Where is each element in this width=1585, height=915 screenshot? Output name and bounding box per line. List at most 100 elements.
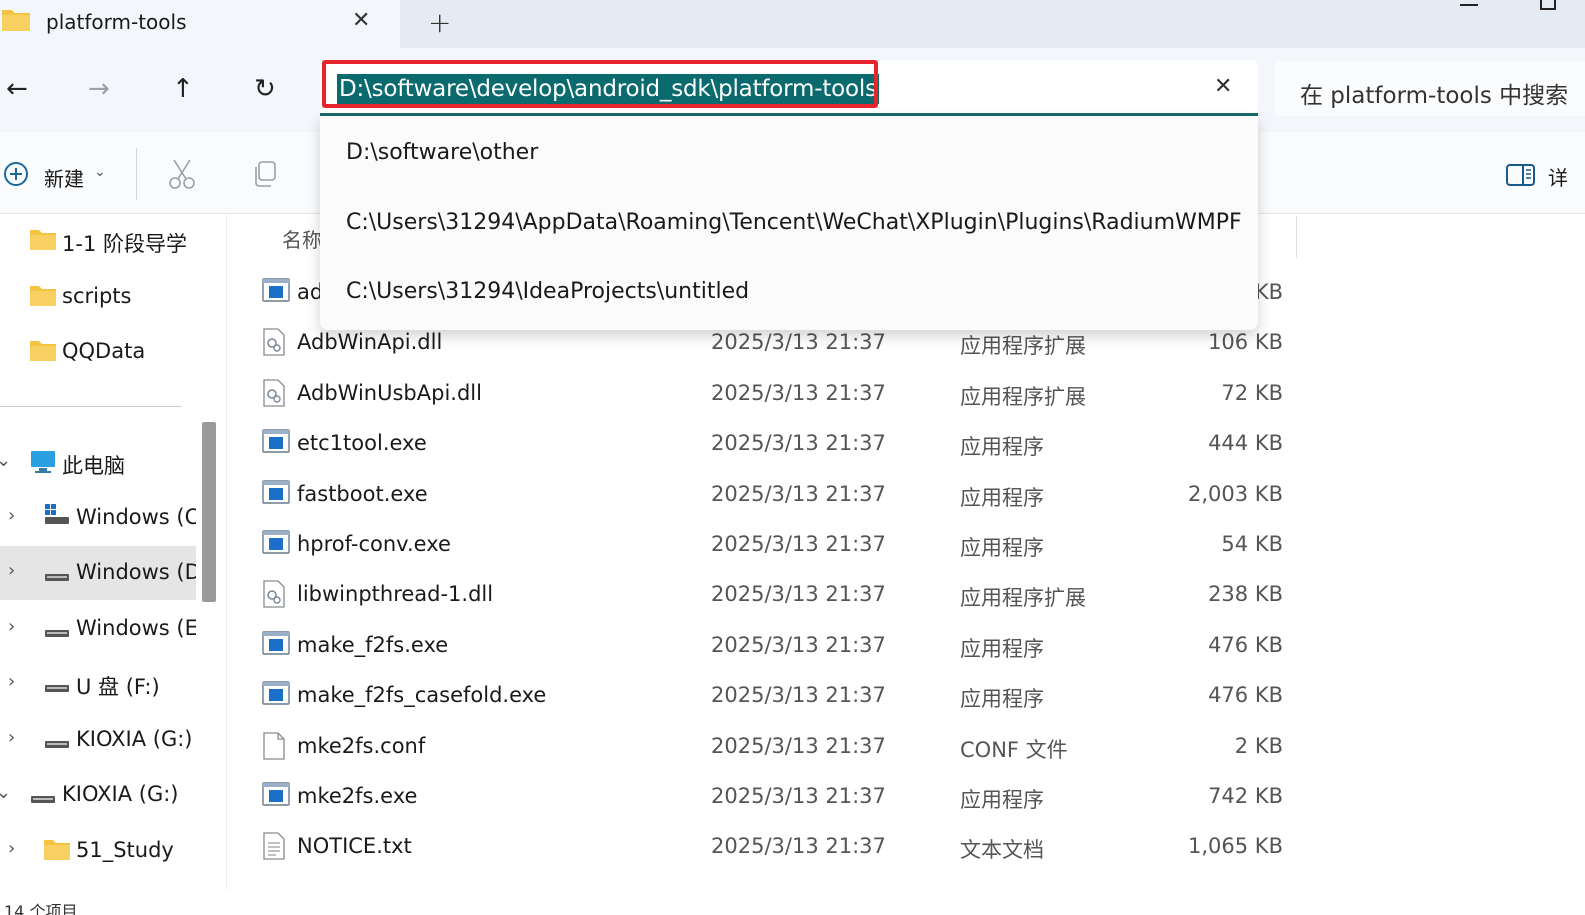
suggestion-item[interactable]: D:\software\other <box>320 116 1258 178</box>
file-name: fastboot.exe <box>297 481 428 506</box>
close-tab-icon[interactable]: ✕ <box>352 8 370 33</box>
file-row[interactable]: libwinpthread-1.dll 2025/3/13 21:37 应用程序扩展… <box>250 570 1310 620</box>
suggestion-item[interactable]: C:\Users\31294\AppData\Roaming\Tencent\W… <box>320 186 1258 248</box>
sidebar-item-label: 1-1 阶段导学 <box>62 232 187 256</box>
sidebar-item-drive-e[interactable]: › Windows (E <box>0 602 196 656</box>
file-date-modified: 2025/3/13 21:37 <box>711 834 886 859</box>
suggestion-item[interactable]: C:\Users\31294\IdeaProjects\untitled <box>320 255 1258 317</box>
drive-icon <box>30 790 56 809</box>
pane-separator <box>226 214 227 890</box>
file-row[interactable]: mke2fs.conf 2025/3/13 21:37 CONF 文件 2 KB <box>250 722 1310 772</box>
chevron-right-icon[interactable]: › <box>8 560 15 581</box>
minimize-icon[interactable] <box>1460 4 1478 6</box>
file-name: libwinpthread-1.dll <box>297 582 494 607</box>
file-size: 476 KB <box>1208 683 1283 708</box>
chevron-right-icon[interactable]: › <box>8 727 15 748</box>
suggestion-text: D:\software\other <box>346 140 539 165</box>
sidebar-item-stage-guide[interactable]: 1-1 阶段导学 <box>0 214 196 268</box>
file-date-modified: 2025/3/13 21:37 <box>711 632 886 657</box>
file-name: make_f2fs_casefold.exe <box>297 683 547 708</box>
exe-icon <box>262 479 290 508</box>
command-separator <box>136 148 137 200</box>
file-size: 2 KB <box>1234 733 1283 758</box>
scissors-icon[interactable] <box>168 158 196 194</box>
up-arrow-icon[interactable]: ↑ <box>172 74 194 104</box>
item-count: 14 个项目 <box>4 902 78 915</box>
folder-icon <box>30 284 56 310</box>
sidebar-item-label: 此电脑 <box>62 454 125 478</box>
new-tab-button[interactable]: + <box>428 6 451 39</box>
file-size: 1,065 KB <box>1188 834 1283 859</box>
plus-circle-icon[interactable] <box>2 160 30 188</box>
back-arrow-icon[interactable]: ← <box>6 74 28 104</box>
dll-icon <box>262 328 286 360</box>
file-type: 应用程序 <box>960 435 1044 460</box>
file-row[interactable]: NOTICE.txt 2025/3/13 21:37 文本文档 1,065 KB <box>250 822 1310 872</box>
folder-icon <box>30 228 56 254</box>
sidebar-item-kioxia-g-root[interactable]: ⌄ KIOXIA (G:) <box>0 768 196 822</box>
file-type: 应用程序扩展 <box>960 334 1086 359</box>
file-type: 应用程序扩展 <box>960 586 1086 611</box>
chevron-right-icon[interactable]: › <box>8 505 15 526</box>
sidebar-item-label: scripts <box>62 284 132 308</box>
file-type: CONF 文件 <box>960 737 1068 762</box>
chevron-right-icon[interactable]: › <box>8 671 15 692</box>
file-size: KB <box>1254 280 1283 304</box>
chevron-right-icon[interactable]: › <box>8 838 15 859</box>
sidebar-item-label: Windows (E <box>76 616 196 640</box>
sidebar-item-label: U 盘 (F:) <box>76 675 160 699</box>
drive-icon <box>44 679 70 698</box>
details-pane-icon[interactable] <box>1506 163 1536 191</box>
file-date-modified: 2025/3/13 21:37 <box>711 683 886 708</box>
exe-icon <box>262 278 290 306</box>
refresh-icon[interactable]: ↻ <box>254 74 276 104</box>
sidebar-item-usb-f[interactable]: › U 盘 (F:) <box>0 657 196 711</box>
file-icon <box>262 731 286 764</box>
file-row[interactable]: make_f2fs.exe 2025/3/13 21:37 应用程序 476 KB <box>250 621 1310 671</box>
details-button[interactable]: 详 <box>1548 162 1568 191</box>
folder-icon <box>2 7 30 35</box>
file-name: etc1tool.exe <box>297 431 427 456</box>
tab-platform-tools[interactable]: platform-tools ✕ <box>0 0 400 48</box>
sidebar-item-51-study[interactable]: › 51_Study <box>0 824 196 878</box>
address-suggestions-dropdown: D:\software\other C:\Users\31294\AppData… <box>320 116 1258 330</box>
file-row[interactable]: etc1tool.exe 2025/3/13 21:37 应用程序 444 KB <box>250 419 1310 469</box>
sidebar-item-label: Windows (C <box>76 505 196 529</box>
address-highlight-box <box>322 60 878 108</box>
file-type: 应用程序扩展 <box>960 384 1086 409</box>
file-type: 应用程序 <box>960 687 1044 712</box>
file-row[interactable]: AdbWinUsbApi.dll 2025/3/13 21:37 应用程序扩展 72 … <box>250 369 1310 419</box>
chevron-right-icon[interactable]: › <box>8 616 15 637</box>
file-row[interactable]: hprof-conv.exe 2025/3/13 21:37 应用程序 54 KB <box>250 520 1310 570</box>
file-row[interactable]: fastboot.exe 2025/3/13 21:37 应用程序 2,003 KB <box>250 470 1310 520</box>
copy-icon[interactable] <box>252 160 278 192</box>
file-size: 72 KB <box>1221 380 1283 405</box>
chevron-down-icon[interactable]: ⌄ <box>94 164 106 180</box>
maximize-icon[interactable] <box>1540 0 1556 10</box>
new-button[interactable]: 新建 <box>44 163 84 192</box>
sidebar-item-drive-d[interactable]: › Windows (D <box>0 546 196 600</box>
file-row[interactable]: mke2fs.exe 2025/3/13 21:37 应用程序 742 KB <box>250 772 1310 822</box>
file-name: hprof-conv.exe <box>297 532 451 556</box>
search-input[interactable]: 在 platform-tools 中搜索 <box>1300 76 1568 110</box>
sidebar-item-kioxia-g[interactable]: › KIOXIA (G:) <box>0 713 196 767</box>
file-size: 238 KB <box>1208 582 1283 607</box>
forward-arrow-icon[interactable]: → <box>88 74 110 104</box>
computer-icon <box>30 450 56 478</box>
chevron-down-icon[interactable]: ⌄ <box>0 782 11 803</box>
sidebar-item-scripts[interactable]: scripts <box>0 270 196 324</box>
sidebar-item-this-pc[interactable]: ⌄ 此电脑 <box>0 436 196 490</box>
file-type: 应用程序 <box>960 485 1044 510</box>
sidebar-item-drive-c[interactable]: › Windows (C <box>0 491 196 545</box>
status-bar <box>0 890 1585 915</box>
sidebar-divider <box>0 406 182 407</box>
file-row[interactable]: make_f2fs_casefold.exe 2025/3/13 21:37 应用程… <box>250 671 1310 721</box>
clear-address-icon[interactable]: ✕ <box>1214 74 1232 99</box>
column-header-name[interactable]: 名称 <box>282 224 322 253</box>
sidebar-item-label: KIOXIA (G:) <box>62 782 179 806</box>
file-size: 54 KB <box>1221 532 1283 556</box>
sidebar-item-qqdata[interactable]: QQData <box>0 325 196 379</box>
sidebar-scrollbar[interactable] <box>202 422 216 602</box>
file-type: 应用程序 <box>960 788 1044 812</box>
chevron-down-icon[interactable]: ⌄ <box>0 450 11 471</box>
